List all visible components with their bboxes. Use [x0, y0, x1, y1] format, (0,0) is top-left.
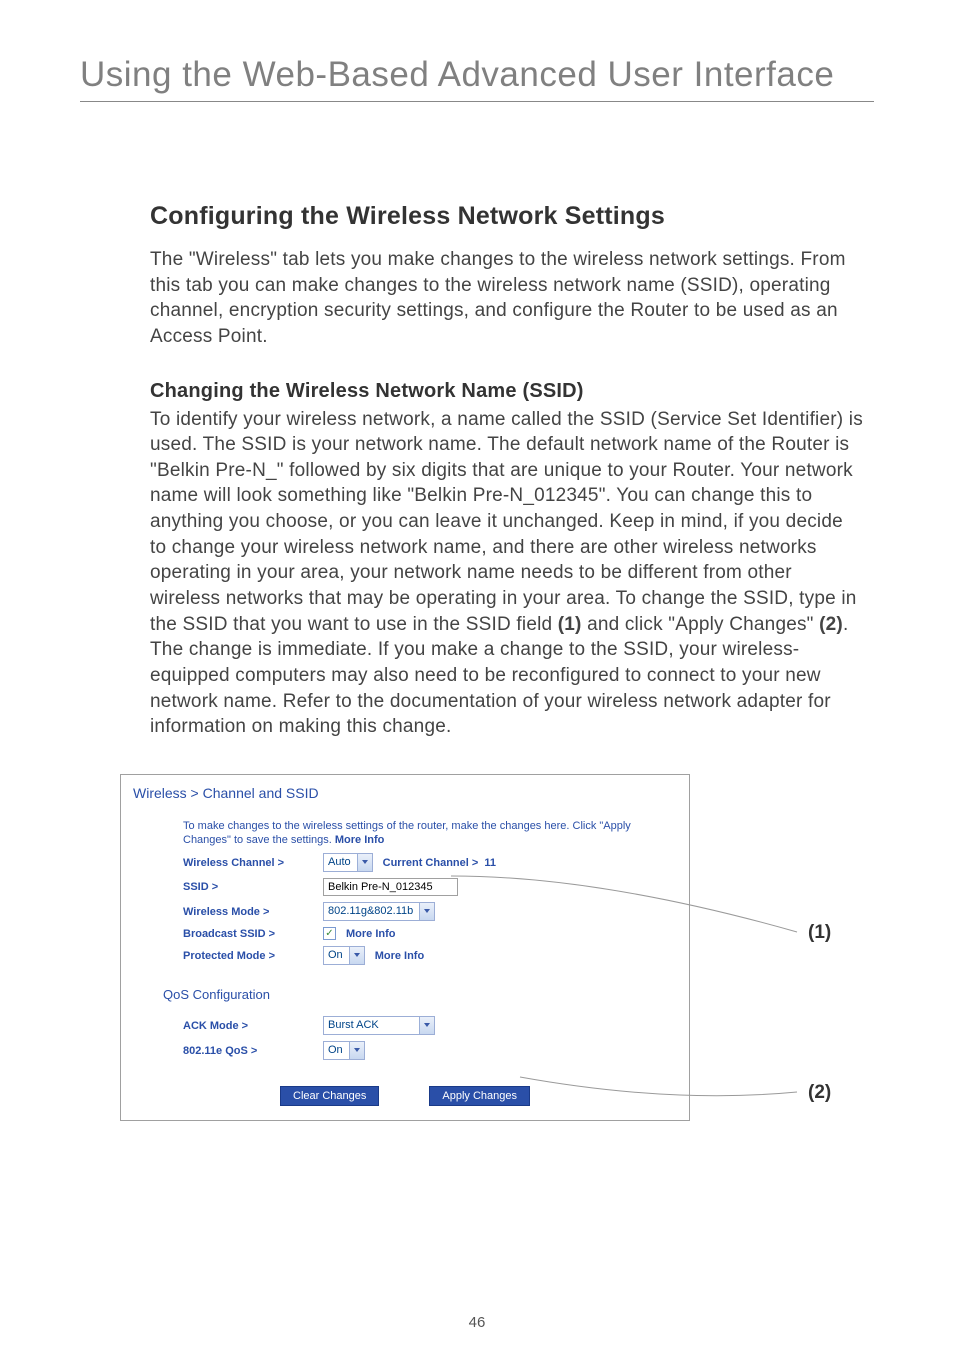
chevron-down-icon [419, 903, 434, 920]
row-broadcast-ssid: Broadcast SSID > ✓ More Info [183, 927, 677, 940]
content-area: Configuring the Wireless Network Setting… [80, 202, 874, 1121]
select-ack-mode-value: Burst ACK [324, 1017, 385, 1034]
select-wireless-mode-value: 802.11g&802.11b [324, 903, 419, 920]
current-channel-label-text: Current Channel > [383, 857, 479, 869]
row-wireless-channel: Wireless Channel > Auto Current Channel … [183, 853, 677, 872]
clear-changes-button[interactable]: Clear Changes [280, 1086, 379, 1106]
label-current-channel: Current Channel > 11 [383, 857, 496, 869]
callout-ref-2: (2) [819, 614, 843, 635]
callout-label-1: (1) [808, 922, 831, 944]
row-wireless-mode: Wireless Mode > 802.11g&802.11b [183, 902, 677, 921]
select-qos-value: On [324, 1042, 349, 1059]
select-wireless-mode[interactable]: 802.11g&802.11b [323, 902, 435, 921]
button-row: Clear Changes Apply Changes [133, 1086, 677, 1106]
current-channel-value: 11 [484, 857, 496, 869]
body-text-a: To identify your wireless network, a nam… [150, 409, 863, 635]
select-ack-mode[interactable]: Burst ACK [323, 1016, 435, 1035]
ssid-input[interactable] [323, 878, 458, 896]
row-802-11e-qos: 802.11e QoS > On [183, 1041, 677, 1060]
label-802-11e-qos: 802.11e QoS > [183, 1045, 323, 1057]
select-protected-mode-value: On [324, 947, 349, 964]
more-info-link[interactable]: More Info [335, 834, 385, 846]
row-ack-mode: ACK Mode > Burst ACK [183, 1016, 677, 1035]
label-ssid: SSID > [183, 881, 323, 893]
select-protected-mode[interactable]: On [323, 946, 365, 965]
page-title: Using the Web-Based Advanced User Interf… [80, 55, 874, 95]
title-divider [80, 101, 874, 102]
select-wireless-channel[interactable]: Auto [323, 853, 373, 872]
breadcrumb: Wireless > Channel and SSID [133, 785, 677, 801]
callout-ref-1: (1) [558, 614, 582, 635]
chevron-down-icon [349, 1042, 364, 1059]
settings-description: To make changes to the wireless settings… [183, 819, 677, 848]
page-number: 46 [0, 1314, 954, 1331]
select-802-11e-qos[interactable]: On [323, 1041, 365, 1060]
router-settings-screenshot: Wireless > Channel and SSID To make chan… [120, 774, 690, 1122]
screenshot-wrap: Wireless > Channel and SSID To make chan… [120, 774, 850, 1122]
callout-label-2: (2) [808, 1082, 831, 1104]
label-wireless-mode: Wireless Mode > [183, 906, 323, 918]
row-ssid: SSID > [183, 878, 677, 896]
label-protected-mode: Protected Mode > [183, 950, 323, 962]
section-heading: Configuring the Wireless Network Setting… [150, 202, 864, 231]
chevron-down-icon [357, 854, 372, 871]
sub-heading-ssid: Changing the Wireless Network Name (SSID… [150, 380, 864, 403]
label-broadcast-ssid: Broadcast SSID > [183, 928, 323, 940]
apply-changes-button[interactable]: Apply Changes [429, 1086, 530, 1106]
chevron-down-icon [349, 947, 364, 964]
row-protected-mode: Protected Mode > On More Info [183, 946, 677, 965]
intro-paragraph: The "Wireless" tab lets you make changes… [150, 247, 864, 350]
label-ack-mode: ACK Mode > [183, 1020, 323, 1032]
settings-description-text: To make changes to the wireless settings… [183, 820, 631, 846]
qos-heading: QoS Configuration [163, 987, 677, 1002]
more-info-link[interactable]: More Info [375, 950, 425, 962]
chevron-down-icon [419, 1017, 434, 1034]
body-paragraph: To identify your wireless network, a nam… [150, 407, 864, 740]
body-text-b: and click "Apply Changes" [582, 614, 820, 635]
checkbox-broadcast-ssid[interactable]: ✓ [323, 927, 336, 940]
more-info-link[interactable]: More Info [346, 928, 396, 940]
select-wireless-channel-value: Auto [324, 854, 357, 871]
label-wireless-channel: Wireless Channel > [183, 857, 323, 869]
